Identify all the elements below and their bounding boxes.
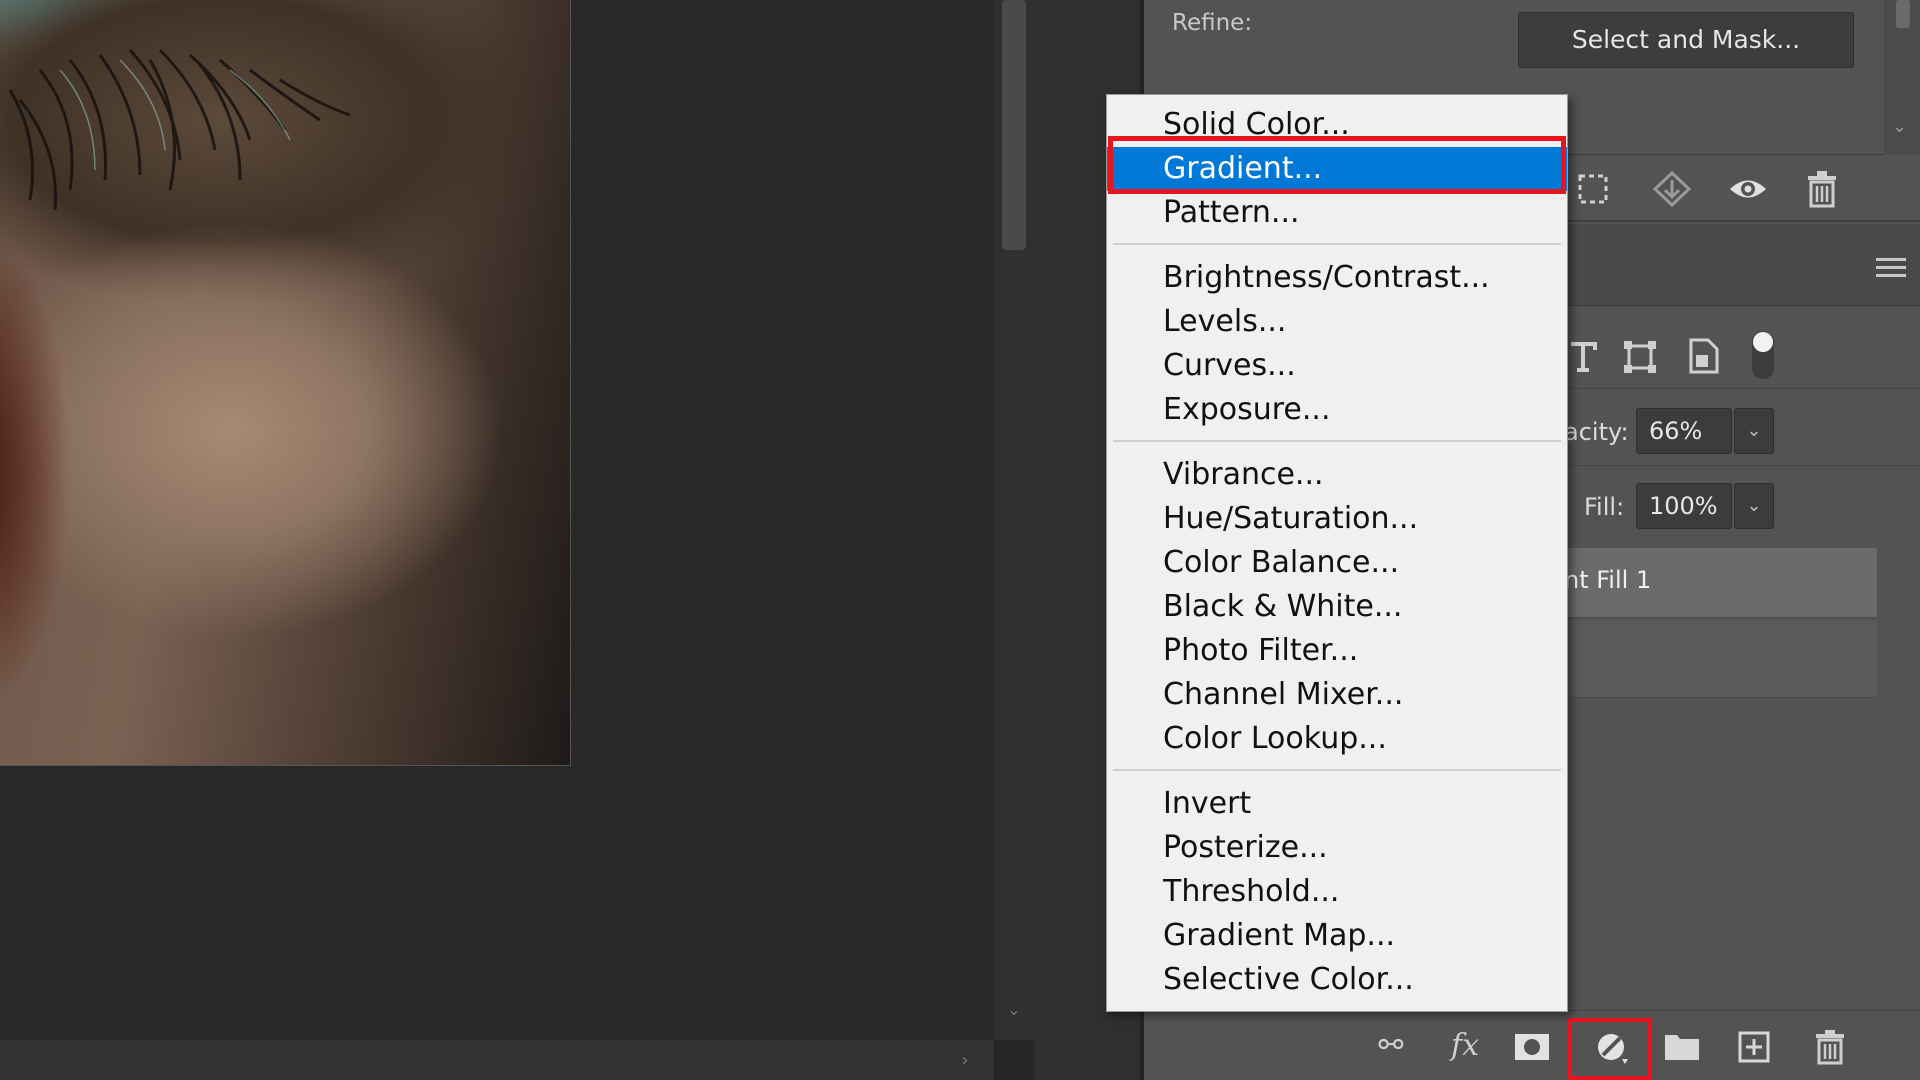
chevron-down-icon[interactable]: ⌄: [1892, 116, 1907, 137]
eye-photo: [0, 0, 571, 766]
panel-menu-icon[interactable]: [1876, 258, 1906, 278]
fx-icon[interactable]: fx: [1438, 1023, 1492, 1069]
menu-item-invert[interactable]: Invert: [1107, 782, 1567, 826]
menu-item-pattern[interactable]: Pattern...: [1107, 191, 1567, 235]
menu-item-color-balance[interactable]: Color Balance...: [1107, 541, 1567, 585]
layers-bottom-toolbar: ⚯ fx: [1144, 1010, 1920, 1080]
toggle-icon[interactable]: [1750, 329, 1776, 381]
link-icon[interactable]: ⚯: [1364, 1023, 1418, 1069]
menu-item-posterize[interactable]: Posterize...: [1107, 826, 1567, 870]
type-icon[interactable]: [1568, 341, 1598, 373]
menu-item-levels[interactable]: Levels...: [1107, 300, 1567, 344]
menu-item-photo-filter[interactable]: Photo Filter...: [1107, 629, 1567, 673]
menu-item-threshold[interactable]: Threshold...: [1107, 870, 1567, 914]
panel-scrollbar[interactable]: ⌄: [1884, 0, 1920, 155]
canvas-horizontal-scrollbar[interactable]: ›: [0, 1040, 994, 1080]
fill-label: Fill:: [1584, 493, 1625, 521]
chevron-right-icon[interactable]: ›: [955, 1050, 975, 1071]
menu-separator: [1113, 769, 1561, 771]
chevron-down-icon[interactable]: ⌄: [1734, 483, 1774, 529]
move-diamond-icon[interactable]: [1652, 170, 1692, 208]
folder-icon[interactable]: [1664, 1031, 1700, 1061]
adjustment-layer-menu: Solid Color... Gradient... Pattern... Br…: [1106, 94, 1568, 1012]
new-layer-icon[interactable]: [1738, 1031, 1770, 1063]
trash-icon[interactable]: [1806, 170, 1838, 208]
selection-marquee-icon[interactable]: [1576, 172, 1610, 206]
scroll-thumb[interactable]: [1002, 0, 1026, 250]
menu-item-black-white[interactable]: Black & White...: [1107, 585, 1567, 629]
chevron-down-icon[interactable]: ⌄: [1734, 408, 1774, 454]
photoshop-window: ⌄ › Refine: Select and Mask... ⌄ acity: …: [0, 0, 1920, 1080]
menu-item-selective-color[interactable]: Selective Color...: [1107, 958, 1567, 1002]
scroll-thumb[interactable]: [1896, 0, 1910, 28]
annotation-highlight-gradient: [1108, 136, 1566, 194]
menu-separator: [1113, 243, 1561, 245]
menu-item-vibrance[interactable]: Vibrance...: [1107, 453, 1567, 497]
opacity-label: acity:: [1564, 418, 1629, 446]
select-and-mask-button[interactable]: Select and Mask...: [1518, 12, 1854, 68]
menu-item-hue-saturation[interactable]: Hue/Saturation...: [1107, 497, 1567, 541]
canvas-vertical-scrollbar[interactable]: ⌄: [994, 0, 1034, 1040]
transform-icon[interactable]: [1622, 339, 1658, 375]
canvas-area[interactable]: [0, 0, 994, 1040]
menu-item-brightness-contrast[interactable]: Brightness/Contrast...: [1107, 256, 1567, 300]
annotation-highlight-adjustment-button: [1568, 1018, 1652, 1080]
mask-icon[interactable]: [1514, 1033, 1550, 1061]
opacity-input[interactable]: 66%: [1636, 408, 1732, 454]
refine-label: Refine:: [1172, 10, 1253, 36]
menu-item-color-lookup[interactable]: Color Lookup...: [1107, 717, 1567, 761]
menu-item-curves[interactable]: Curves...: [1107, 344, 1567, 388]
menu-item-channel-mixer[interactable]: Channel Mixer...: [1107, 673, 1567, 717]
eyelash-detail: [8, 48, 351, 211]
smart-object-icon[interactable]: [1688, 337, 1720, 375]
chevron-down-icon[interactable]: ⌄: [1004, 1000, 1024, 1020]
fill-input[interactable]: 100%: [1636, 483, 1732, 529]
eye-icon[interactable]: [1728, 174, 1768, 204]
layer-name: nt Fill 1: [1564, 566, 1652, 594]
menu-item-gradient-map[interactable]: Gradient Map...: [1107, 914, 1567, 958]
trash-icon[interactable]: [1814, 1029, 1846, 1065]
menu-item-exposure[interactable]: Exposure...: [1107, 388, 1567, 432]
menu-separator: [1113, 440, 1561, 442]
